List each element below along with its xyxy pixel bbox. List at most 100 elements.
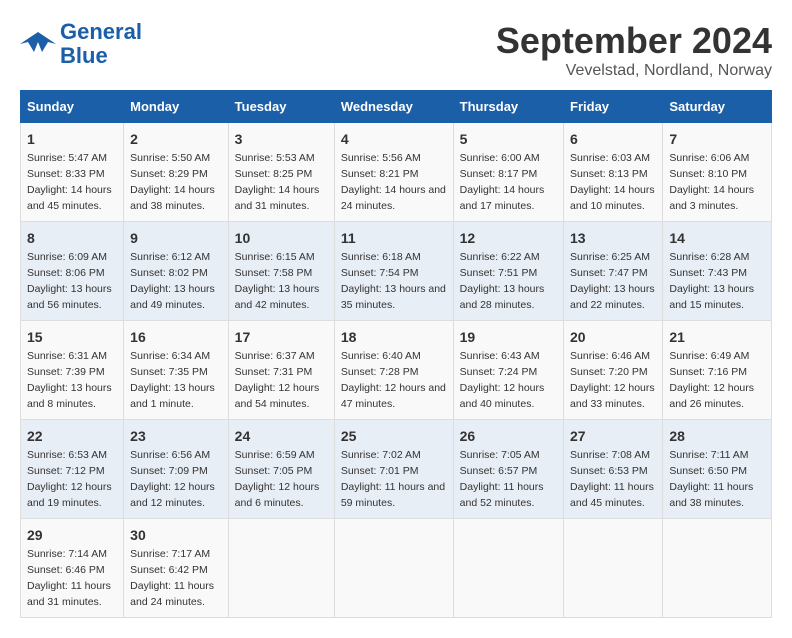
sunset-text: Sunset: 7:24 PM (460, 366, 538, 378)
daylight-text: Daylight: 12 hours and 47 minutes. (341, 382, 446, 410)
sunrise-text: Sunrise: 6:15 AM (235, 251, 315, 263)
table-cell: 8 Sunrise: 6:09 AM Sunset: 8:06 PM Dayli… (21, 222, 124, 321)
sunset-text: Sunset: 7:20 PM (570, 366, 648, 378)
table-cell: 17 Sunrise: 6:37 AM Sunset: 7:31 PM Dayl… (228, 321, 334, 420)
sunset-text: Sunset: 6:46 PM (27, 564, 105, 576)
page-header: General Blue September 2024 Vevelstad, N… (20, 20, 772, 80)
table-cell: 29 Sunrise: 7:14 AM Sunset: 6:46 PM Dayl… (21, 519, 124, 618)
table-cell: 26 Sunrise: 7:05 AM Sunset: 6:57 PM Dayl… (453, 420, 563, 519)
table-cell: 6 Sunrise: 6:03 AM Sunset: 8:13 PM Dayli… (564, 123, 663, 222)
logo-icon (20, 28, 56, 60)
sunset-text: Sunset: 8:21 PM (341, 168, 419, 180)
table-cell: 9 Sunrise: 6:12 AM Sunset: 8:02 PM Dayli… (124, 222, 229, 321)
col-saturday: Saturday (663, 91, 772, 123)
sunrise-text: Sunrise: 7:14 AM (27, 548, 107, 560)
daylight-text: Daylight: 12 hours and 33 minutes. (570, 382, 655, 410)
daylight-text: Daylight: 14 hours and 45 minutes. (27, 184, 112, 212)
sunrise-text: Sunrise: 6:34 AM (130, 350, 210, 362)
sunrise-text: Sunrise: 5:56 AM (341, 152, 421, 164)
sunrise-text: Sunrise: 6:56 AM (130, 449, 210, 461)
day-number: 27 (570, 426, 656, 446)
sunset-text: Sunset: 7:16 PM (669, 366, 747, 378)
table-cell: 20 Sunrise: 6:46 AM Sunset: 7:20 PM Dayl… (564, 321, 663, 420)
table-cell: 1 Sunrise: 5:47 AM Sunset: 8:33 PM Dayli… (21, 123, 124, 222)
table-cell: 2 Sunrise: 5:50 AM Sunset: 8:29 PM Dayli… (124, 123, 229, 222)
col-friday: Friday (564, 91, 663, 123)
day-number: 22 (27, 426, 117, 446)
day-number: 4 (341, 129, 447, 149)
sunset-text: Sunset: 6:42 PM (130, 564, 208, 576)
sunrise-text: Sunrise: 6:37 AM (235, 350, 315, 362)
sunset-text: Sunset: 7:09 PM (130, 465, 208, 477)
daylight-text: Daylight: 14 hours and 17 minutes. (460, 184, 545, 212)
table-cell: 15 Sunrise: 6:31 AM Sunset: 7:39 PM Dayl… (21, 321, 124, 420)
table-cell: 16 Sunrise: 6:34 AM Sunset: 7:35 PM Dayl… (124, 321, 229, 420)
sunrise-text: Sunrise: 6:46 AM (570, 350, 650, 362)
day-number: 10 (235, 228, 328, 248)
calendar-week-row: 1 Sunrise: 5:47 AM Sunset: 8:33 PM Dayli… (21, 123, 772, 222)
daylight-text: Daylight: 13 hours and 42 minutes. (235, 283, 320, 311)
table-cell: 7 Sunrise: 6:06 AM Sunset: 8:10 PM Dayli… (663, 123, 772, 222)
daylight-text: Daylight: 13 hours and 28 minutes. (460, 283, 545, 311)
day-number: 26 (460, 426, 557, 446)
logo-text: General Blue (60, 20, 142, 68)
sunrise-text: Sunrise: 6:28 AM (669, 251, 749, 263)
day-number: 5 (460, 129, 557, 149)
sunset-text: Sunset: 7:28 PM (341, 366, 419, 378)
daylight-text: Daylight: 14 hours and 38 minutes. (130, 184, 215, 212)
sunrise-text: Sunrise: 6:59 AM (235, 449, 315, 461)
calendar-table: Sunday Monday Tuesday Wednesday Thursday… (20, 90, 772, 618)
day-number: 14 (669, 228, 765, 248)
sunset-text: Sunset: 8:06 PM (27, 267, 105, 279)
col-monday: Monday (124, 91, 229, 123)
daylight-text: Daylight: 11 hours and 31 minutes. (27, 580, 111, 608)
day-number: 21 (669, 327, 765, 347)
table-cell: 30 Sunrise: 7:17 AM Sunset: 6:42 PM Dayl… (124, 519, 229, 618)
logo: General Blue (20, 20, 142, 68)
day-number: 30 (130, 525, 222, 545)
table-cell (453, 519, 563, 618)
daylight-text: Daylight: 11 hours and 24 minutes. (130, 580, 214, 608)
sunset-text: Sunset: 8:02 PM (130, 267, 208, 279)
table-cell: 4 Sunrise: 5:56 AM Sunset: 8:21 PM Dayli… (334, 123, 453, 222)
day-number: 17 (235, 327, 328, 347)
col-sunday: Sunday (21, 91, 124, 123)
sunrise-text: Sunrise: 7:11 AM (669, 449, 748, 461)
calendar-week-row: 29 Sunrise: 7:14 AM Sunset: 6:46 PM Dayl… (21, 519, 772, 618)
sunset-text: Sunset: 7:12 PM (27, 465, 105, 477)
daylight-text: Daylight: 13 hours and 49 minutes. (130, 283, 215, 311)
table-cell: 27 Sunrise: 7:08 AM Sunset: 6:53 PM Dayl… (564, 420, 663, 519)
title-block: September 2024 Vevelstad, Nordland, Norw… (496, 20, 772, 80)
sunrise-text: Sunrise: 6:43 AM (460, 350, 540, 362)
daylight-text: Daylight: 12 hours and 6 minutes. (235, 481, 320, 509)
calendar-week-row: 8 Sunrise: 6:09 AM Sunset: 8:06 PM Dayli… (21, 222, 772, 321)
day-number: 6 (570, 129, 656, 149)
sunset-text: Sunset: 6:50 PM (669, 465, 747, 477)
sunrise-text: Sunrise: 6:12 AM (130, 251, 210, 263)
sunset-text: Sunset: 8:29 PM (130, 168, 208, 180)
calendar-header-row: Sunday Monday Tuesday Wednesday Thursday… (21, 91, 772, 123)
sunset-text: Sunset: 7:51 PM (460, 267, 538, 279)
day-number: 23 (130, 426, 222, 446)
month-title: September 2024 (496, 20, 772, 62)
table-cell: 28 Sunrise: 7:11 AM Sunset: 6:50 PM Dayl… (663, 420, 772, 519)
daylight-text: Daylight: 14 hours and 3 minutes. (669, 184, 754, 212)
day-number: 15 (27, 327, 117, 347)
sunset-text: Sunset: 8:25 PM (235, 168, 313, 180)
daylight-text: Daylight: 12 hours and 54 minutes. (235, 382, 320, 410)
sunrise-text: Sunrise: 6:03 AM (570, 152, 650, 164)
sunset-text: Sunset: 8:33 PM (27, 168, 105, 180)
daylight-text: Daylight: 13 hours and 1 minute. (130, 382, 215, 410)
sunrise-text: Sunrise: 6:18 AM (341, 251, 421, 263)
day-number: 18 (341, 327, 447, 347)
daylight-text: Daylight: 12 hours and 19 minutes. (27, 481, 112, 509)
day-number: 19 (460, 327, 557, 347)
sunrise-text: Sunrise: 6:09 AM (27, 251, 107, 263)
table-cell: 18 Sunrise: 6:40 AM Sunset: 7:28 PM Dayl… (334, 321, 453, 420)
day-number: 25 (341, 426, 447, 446)
table-cell: 25 Sunrise: 7:02 AM Sunset: 7:01 PM Dayl… (334, 420, 453, 519)
sunrise-text: Sunrise: 5:50 AM (130, 152, 210, 164)
table-cell (564, 519, 663, 618)
table-cell (334, 519, 453, 618)
calendar-week-row: 15 Sunrise: 6:31 AM Sunset: 7:39 PM Dayl… (21, 321, 772, 420)
